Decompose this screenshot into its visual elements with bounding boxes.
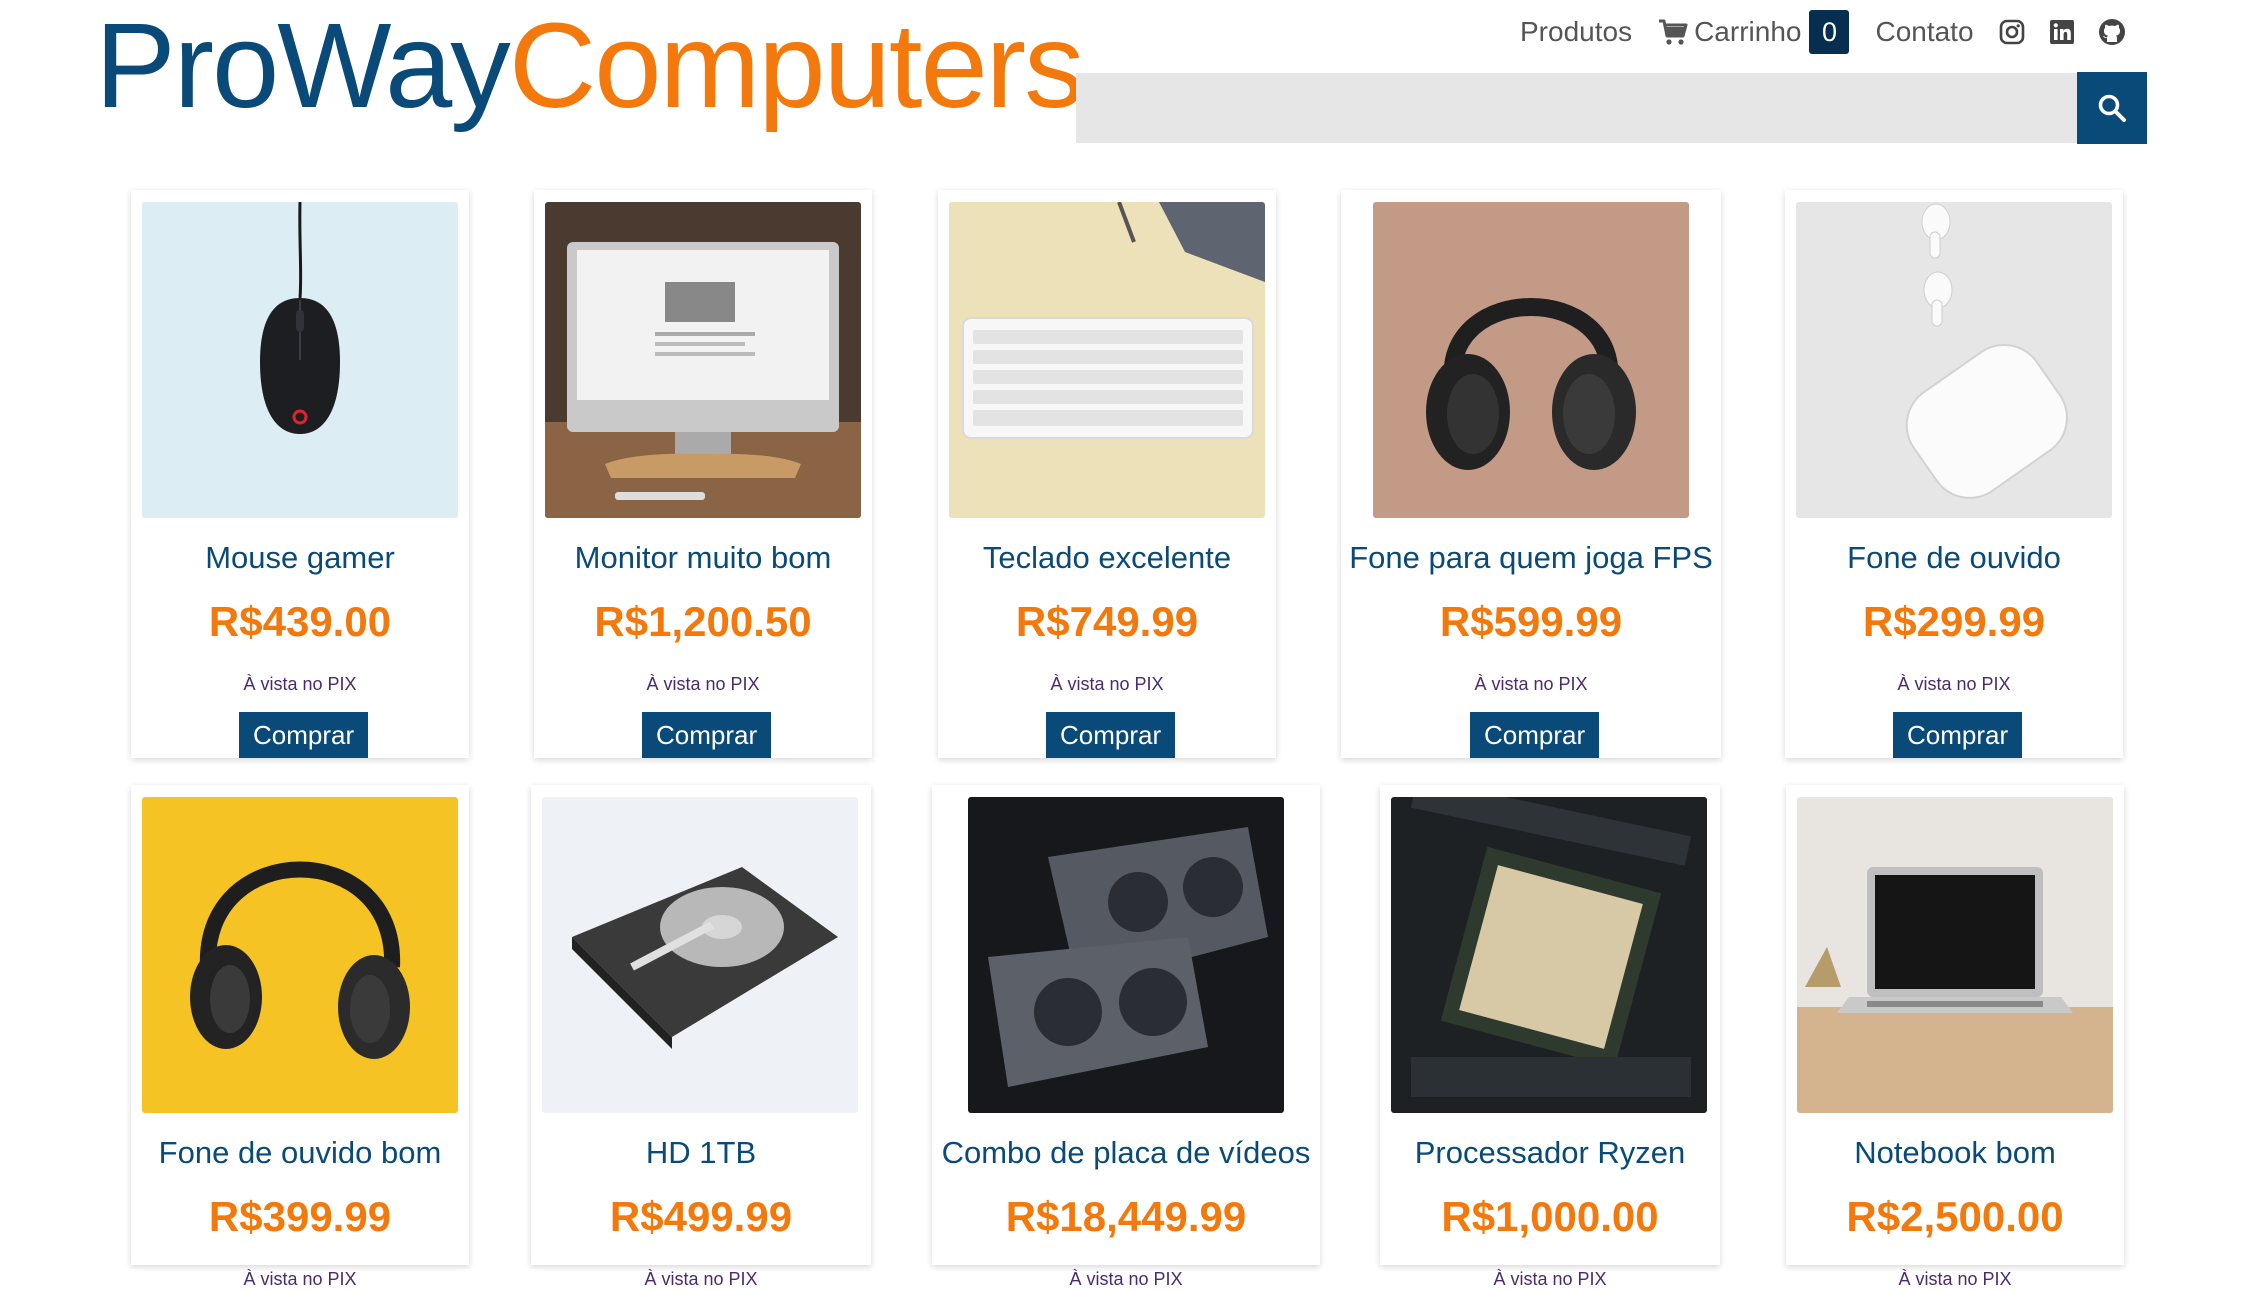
product-price: R$299.99 xyxy=(1862,598,2046,645)
product-grid: Mouse gamer R$439.00 À vista no PIX Comp… xyxy=(0,0,2262,1289)
product-card: HD 1TB R$499.99 À vista no PIX xyxy=(531,785,871,1289)
product-price: R$439.00 xyxy=(208,598,392,645)
payment-note: À vista no PIX xyxy=(1493,1269,1607,1289)
product-image-monitor[interactable] xyxy=(545,202,861,518)
product-name[interactable]: Fone de ouvido xyxy=(1785,538,2123,578)
payment-note: À vista no PIX xyxy=(243,1269,357,1289)
product-image-notebook[interactable] xyxy=(1797,797,2113,1113)
product-name[interactable]: Monitor muito bom xyxy=(534,538,872,578)
payment-note: À vista no PIX xyxy=(1069,1269,1183,1289)
product-name[interactable]: Notebook bom xyxy=(1786,1133,2124,1173)
product-name[interactable]: Teclado excelente xyxy=(938,538,1276,578)
payment-note: À vista no PIX xyxy=(1897,674,2011,694)
buy-button[interactable]: Comprar xyxy=(1046,712,1176,758)
product-card: Fone de ouvido bom R$399.99 À vista no P… xyxy=(131,785,469,1289)
buy-button[interactable]: Comprar xyxy=(239,712,369,758)
product-price: R$1,000.00 xyxy=(1441,1193,1659,1240)
product-image-headphones-fps[interactable] xyxy=(1373,202,1689,518)
product-image-keyboard[interactable] xyxy=(949,202,1265,518)
product-price: R$2,500.00 xyxy=(1846,1193,2064,1240)
payment-note: À vista no PIX xyxy=(1474,674,1588,694)
product-name[interactable]: Fone de ouvido bom xyxy=(131,1133,469,1173)
product-price: R$399.99 xyxy=(208,1193,392,1240)
product-name[interactable]: Combo de placa de vídeos xyxy=(932,1133,1320,1173)
product-card: Notebook bom R$2,500.00 À vista no PIX xyxy=(1786,785,2124,1289)
buy-button[interactable]: Comprar xyxy=(1470,712,1600,758)
product-price: R$1,200.50 xyxy=(594,598,812,645)
payment-note: À vista no PIX xyxy=(1050,674,1164,694)
product-card: Mouse gamer R$439.00 À vista no PIX Comp… xyxy=(131,190,469,758)
product-name[interactable]: Mouse gamer xyxy=(131,538,469,578)
product-image-ryzen-cpu[interactable] xyxy=(1391,797,1707,1113)
product-image-gpus[interactable] xyxy=(968,797,1284,1113)
product-card: Fone de ouvido R$299.99 À vista no PIX C… xyxy=(1785,190,2123,758)
product-image-headphones-yellow[interactable] xyxy=(142,797,458,1113)
product-name[interactable]: Processador Ryzen xyxy=(1380,1133,1720,1173)
payment-note: À vista no PIX xyxy=(1898,1269,2012,1289)
product-card: Teclado excelente R$749.99 À vista no PI… xyxy=(938,190,1276,758)
product-name[interactable]: Fone para quem joga FPS xyxy=(1341,538,1721,578)
product-price: R$599.99 xyxy=(1439,598,1623,645)
payment-note: À vista no PIX xyxy=(646,674,760,694)
payment-note: À vista no PIX xyxy=(243,674,357,694)
product-name[interactable]: HD 1TB xyxy=(531,1133,871,1173)
buy-button[interactable]: Comprar xyxy=(1893,712,2023,758)
product-card: Processador Ryzen R$1,000.00 À vista no … xyxy=(1380,785,1720,1289)
product-price: R$749.99 xyxy=(1015,598,1199,645)
product-card: Fone para quem joga FPS R$599.99 À vista… xyxy=(1341,190,1721,758)
product-card: Combo de placa de vídeos R$18,449.99 À v… xyxy=(932,785,1320,1289)
product-price: R$18,449.99 xyxy=(1005,1193,1247,1240)
product-price: R$499.99 xyxy=(609,1193,793,1240)
product-card: Monitor muito bom R$1,200.50 À vista no … xyxy=(534,190,872,758)
product-image-mouse[interactable] xyxy=(142,202,458,518)
buy-button[interactable]: Comprar xyxy=(642,712,772,758)
product-image-hdd[interactable] xyxy=(542,797,858,1113)
payment-note: À vista no PIX xyxy=(644,1269,758,1289)
product-image-earbuds[interactable] xyxy=(1796,202,2112,518)
